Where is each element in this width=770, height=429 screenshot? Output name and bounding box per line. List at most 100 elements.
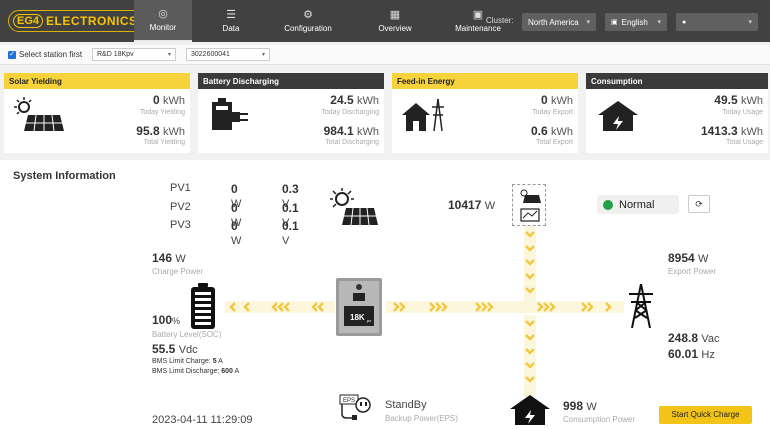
battery-icon — [191, 283, 215, 329]
inverter-icon[interactable]: 18K pv — [336, 278, 382, 336]
flow-chevrons-down — [525, 231, 535, 294]
monitor-icon: ◎ — [158, 8, 168, 20]
system-information-panel: System Information PV1 0 W 0.3 V PV2 0 W… — [0, 160, 770, 429]
bms-limit-charge: BMS Limit Charge: 5 A — [152, 358, 223, 365]
battery-flow-line — [225, 301, 335, 313]
consumption-total-value: 1413.3 kWh — [700, 124, 763, 138]
consumption-flow-line — [524, 315, 536, 397]
nav-label: Overview — [378, 24, 412, 33]
refresh-icon: ⟳ — [695, 199, 703, 209]
eps-plug-icon: EPS — [339, 394, 371, 420]
solar-sensor-box[interactable] — [512, 184, 546, 226]
chevron-down-icon: ▾ — [657, 19, 661, 26]
soc-value: 100% — [152, 313, 181, 327]
status-dot-icon — [603, 199, 613, 210]
battery-today-label: Today Discharging — [321, 109, 379, 116]
solar-today-value: 0 kWh — [152, 93, 185, 107]
serial-select[interactable]: 3022600041 ▾ — [186, 48, 270, 61]
consumption-today-label: Today Usage — [722, 109, 763, 116]
toolbox-icon: ▣ — [472, 9, 484, 21]
consumption-power-value: 998 W — [563, 399, 597, 413]
card-title: Consumption — [586, 73, 768, 89]
nav-configuration[interactable]: ⚙ Configuration — [275, 0, 341, 42]
status-text: Normal — [619, 198, 655, 211]
nav-label: Data — [222, 24, 240, 33]
cluster-label: Cluster: — [486, 16, 514, 25]
section-title: System Information — [13, 170, 116, 182]
solar-total-value: 95.8 kWh — [136, 124, 185, 138]
select-station-label: Select station first — [19, 50, 83, 59]
cluster-value: North America — [528, 17, 579, 27]
cluster-select[interactable]: North America ▾ — [522, 13, 596, 31]
card-title: Battery Discharging — [198, 73, 384, 89]
language-select[interactable]: ▣ English ▾ — [605, 13, 667, 31]
card-title: Feed-in Energy — [392, 73, 578, 89]
flow-chevrons-left — [229, 302, 324, 312]
battery-today-value: 24.5 kWh — [330, 93, 379, 107]
power-tower-icon — [629, 284, 653, 328]
pv-name: PV3 — [170, 219, 191, 231]
select-station-checkbox[interactable]: ✓ — [8, 51, 16, 59]
battery-voltage-value: 55.5 Vdc — [152, 342, 198, 356]
solar-panel-icon — [14, 97, 64, 132]
house-power-icon — [510, 395, 550, 425]
language-value: English — [621, 17, 648, 27]
language-icon: ▣ — [611, 19, 618, 26]
grid-voltage-value: 248.8 Vac — [668, 331, 720, 345]
database-icon: ☰ — [226, 9, 236, 21]
feedin-total-value: 0.6 kWh — [530, 124, 573, 138]
start-quick-charge-button[interactable]: Start Quick Charge — [659, 406, 752, 424]
refresh-button[interactable]: ⟳ — [688, 195, 710, 213]
flow-chevrons-down — [525, 320, 535, 383]
inverter-sub: pv — [367, 318, 371, 323]
chevron-down-icon: ▾ — [167, 52, 171, 58]
consumption-today-value: 49.5 kWh — [714, 93, 763, 107]
serial-value: 3022600041 — [191, 51, 230, 58]
solar-today-label: Today Yielding — [139, 109, 185, 116]
house-power-icon — [598, 101, 638, 131]
consumption-power-label: Consumption Power — [563, 415, 636, 424]
feed-in-energy-card: Feed-in Energy 0 kWh Today Export 0.6 kW… — [392, 73, 578, 153]
chevron-down-icon: ▾ — [261, 52, 265, 58]
charge-power-label: Charge Power — [152, 267, 204, 276]
nav-label: Monitor — [149, 23, 177, 32]
logo-text: ELECTRONICS — [46, 14, 138, 28]
sensor-icon — [520, 189, 541, 222]
logo-mark: EG4 — [13, 14, 44, 28]
timestamp: 2023-04-11 11:29:09 — [152, 414, 253, 426]
eps-label: Backup Power(EPS) — [385, 414, 458, 423]
consumption-card: Consumption 49.5 kWh Today Usage 1413.3 … — [586, 73, 768, 153]
pv-power: 0 W — [231, 219, 242, 247]
export-power-value: 8954 W — [668, 251, 709, 265]
pv-name: PV1 — [170, 182, 191, 194]
battery-total-label: Total Discharging — [325, 139, 379, 146]
solar-power-value: 10417 W — [448, 198, 496, 212]
eg4-logo[interactable]: EG4 ELECTRONICS — [8, 10, 147, 32]
solar-yielding-card: Solar Yielding 0 kWh Today Yielding 95.8… — [4, 73, 190, 153]
station-select[interactable]: R&D 18Kpv ▾ — [92, 48, 176, 61]
charge-power-value: 146 W — [152, 251, 186, 265]
user-select[interactable]: ● ▾ — [676, 13, 758, 31]
eps-icon-text: EPS — [343, 398, 355, 404]
station-value: R&D 18Kpv — [97, 51, 134, 58]
battery-total-value: 984.1 kWh — [323, 124, 379, 138]
feedin-today-label: Today Export — [532, 109, 573, 116]
grid-flow-line — [386, 301, 624, 313]
eps-status: StandBy — [385, 399, 427, 411]
nav-label: Maintenance — [455, 24, 501, 33]
solar-flow-line — [524, 226, 536, 306]
chevron-down-icon: ▾ — [586, 19, 590, 26]
flow-chevrons-right — [393, 302, 612, 312]
solar-total-label: Total Yielding — [143, 139, 185, 146]
status-badge: Normal — [597, 195, 679, 214]
inverter-label: 18K — [350, 313, 365, 322]
nav-monitor[interactable]: ◎ Monitor — [134, 0, 192, 42]
top-navigation-bar: EG4 ELECTRONICS ◎ Monitor ☰ Data ⚙ Confi… — [0, 0, 770, 42]
bms-limit-discharge: BMS Limit Discharge: 600 A — [152, 368, 240, 375]
chevron-down-icon: ▾ — [748, 19, 752, 26]
feedin-today-value: 0 kWh — [540, 93, 573, 107]
soc-label: Battery Level(SOC) — [152, 330, 222, 339]
nav-overview[interactable]: ▦ Overview — [370, 0, 420, 42]
nav-data[interactable]: ☰ Data — [206, 0, 256, 42]
gear-icon: ⚙ — [303, 9, 313, 21]
